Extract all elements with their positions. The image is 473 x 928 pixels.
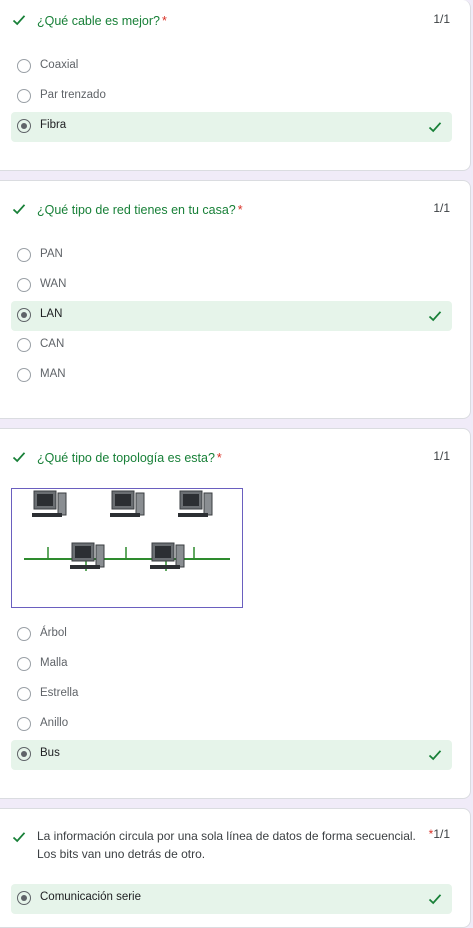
check-icon [428,122,442,133]
check-icon [12,832,26,843]
bus-topology-image [11,488,243,608]
computer-icon [150,542,185,571]
radio-icon[interactable] [17,308,31,322]
option-arbol[interactable]: Árbol [11,620,452,650]
check-icon [12,204,26,215]
radio-icon[interactable] [17,119,31,133]
radio-icon[interactable] [17,338,31,352]
question-score: 1/1 [433,201,450,215]
question-header: ¿Qué tipo de topología es esta? * 1/1 [0,437,470,477]
question-score: 1/1 [433,12,450,26]
option-anillo[interactable]: Anillo [11,710,452,740]
question-card-2: ¿Qué tipo de red tienes en tu casa? * 1/1… [0,180,471,419]
question-header: ¿Qué cable es mejor? * 1/1 [0,0,470,40]
question-title: ¿Qué cable es mejor? * [37,14,167,28]
radio-icon[interactable] [17,278,31,292]
check-icon [428,894,442,905]
computer-icon [70,542,105,571]
option-bus[interactable]: Bus [11,740,452,770]
radio-icon[interactable] [17,59,31,73]
radio-icon[interactable] [17,891,31,905]
question-card-1: ¿Qué cable es mejor? * 1/1 Coaxial Par tr… [0,0,471,171]
option-wan[interactable]: WAN [11,271,452,301]
question-card-3: ¿Qué tipo de topología es esta? * 1/1 Árb… [0,428,471,799]
radio-icon[interactable] [17,248,31,262]
option-comunicacion-serie[interactable]: Comunicación serie [11,884,452,914]
radio-icon[interactable] [17,747,31,761]
option-malla[interactable]: Malla [11,650,452,680]
option-lan[interactable]: LAN [11,301,452,331]
radio-icon[interactable] [17,657,31,671]
check-icon [12,452,26,463]
option-coaxial[interactable]: Coaxial [11,52,452,82]
question-card-4: La información circula por una sola líne… [0,808,471,928]
option-fibra[interactable]: Fibra [11,112,452,142]
question-title: ¿Qué tipo de topología es esta? * [37,451,222,465]
option-par-trenzado[interactable]: Par trenzado [11,82,452,112]
radio-icon[interactable] [17,368,31,382]
network-diagram [24,490,230,571]
computer-icon [32,490,67,559]
question-title: ¿Qué tipo de red tienes en tu casa? * [37,203,243,217]
option-estrella[interactable]: Estrella [11,680,452,710]
option-pan[interactable]: PAN [11,241,452,271]
radio-icon[interactable] [17,687,31,701]
radio-icon[interactable] [17,627,31,641]
question-score: *1/1 [428,827,450,841]
check-icon [428,311,442,322]
radio-icon[interactable] [17,717,31,731]
check-icon [428,750,442,761]
question-score: 1/1 [433,449,450,463]
computer-icon [110,490,145,559]
option-can[interactable]: CAN [11,331,452,361]
radio-icon[interactable] [17,89,31,103]
question-header: ¿Qué tipo de red tienes en tu casa? * 1/1 [0,189,470,229]
option-man[interactable]: MAN [11,361,452,391]
check-icon [12,15,26,26]
question-title: La información circula por una sola líne… [37,829,416,861]
